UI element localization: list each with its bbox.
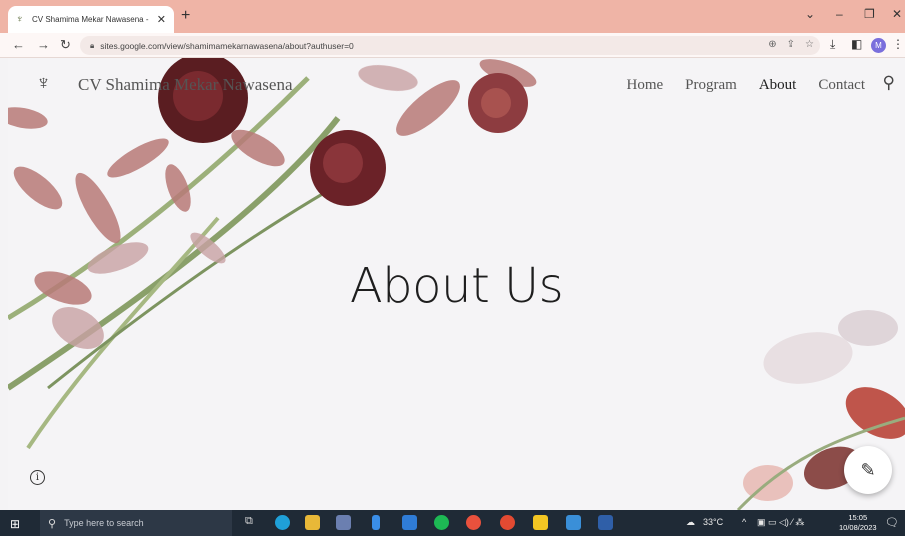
nav-about[interactable]: About [759,77,797,94]
close-tab-icon[interactable]: ✕ [157,13,166,26]
profile-avatar[interactable]: M [871,38,886,53]
sticky-notes-icon[interactable] [533,515,548,530]
tab-title: CV Shamima Mekar Nawasena - [32,15,149,24]
reload-icon[interactable]: ↻ [60,37,71,53]
search-icon: ⚲ [48,517,57,530]
spotify-icon[interactable] [434,515,449,530]
store-icon[interactable] [336,515,351,530]
nav-home[interactable]: Home [627,77,664,94]
mail-icon[interactable] [402,515,417,530]
side-panel-icon[interactable]: ◧ [851,37,862,51]
edge-browser-icon[interactable] [275,515,290,530]
notifications-icon[interactable]: 🗨︎ [885,516,899,529]
menu-dots-icon[interactable]: ⋮ [892,37,904,51]
close-window-button[interactable]: ✕ [892,7,902,21]
url-text: sites.google.com/view/shamimamekarnawase… [100,40,354,51]
edit-pencil-button[interactable]: ✎ [844,446,892,494]
minimize-button[interactable]: – [836,7,843,21]
clock-date: 10/08/2023 [839,523,877,532]
browser-tab-strip: ♆ CV Shamima Mekar Nawasena - ✕ + ⌄ – ❐ … [0,0,905,33]
nav-program[interactable]: Program [685,77,737,94]
new-tab-button[interactable]: + [181,8,190,24]
page-title: About Us [349,258,564,314]
lock-icon[interactable]: 🔒︎ [90,41,94,51]
back-arrow-icon[interactable]: ← [12,37,25,52]
url-input[interactable]: 🔒︎ sites.google.com/view/shamimamekarnaw… [80,36,820,55]
zoom-icon[interactable]: ⊕ [768,39,776,50]
tab-search-chevron-icon[interactable]: ⌄ [805,7,815,21]
weather-temp[interactable]: 33°C [703,517,723,527]
chrome-icon[interactable] [466,515,481,530]
download-icon[interactable]: ⤓ [830,37,835,52]
search-icon[interactable]: ⚲ [883,73,895,93]
file-explorer-icon[interactable] [305,515,320,530]
tray-icons[interactable]: ▣ ▭ ◁) ⁄ ⁂ [757,517,804,528]
site-logo-icon[interactable]: ♆ [36,72,51,95]
clock[interactable]: 15:05 10/08/2023 [839,513,877,533]
site-favicon-icon: ♆ [16,13,24,25]
photos-icon[interactable] [566,515,581,530]
nav-contact[interactable]: Contact [818,77,865,94]
weather-icon[interactable]: ☁ [686,517,695,528]
photoshop-icon[interactable] [598,515,613,530]
search-placeholder: Type here to search [64,518,144,528]
info-icon[interactable]: i [30,470,45,485]
clock-time: 15:05 [848,513,868,522]
site-nav: Home Program About Contact [627,77,866,94]
address-bar-row: ← → ↻ 🔒︎ sites.google.com/view/shamimame… [0,33,905,58]
restore-button[interactable]: ❐ [864,7,875,21]
tray-chevron-icon[interactable]: ^ [742,517,746,527]
task-view-icon[interactable]: ⧉ [245,515,260,530]
webpage: ♆ CV Shamima Mekar Nawasena Home Program… [8,58,905,510]
site-title[interactable]: CV Shamima Mekar Nawasena [78,75,293,95]
lightning-app-icon[interactable] [372,515,380,530]
browser-tab[interactable]: ♆ CV Shamima Mekar Nawasena - ✕ [8,6,174,33]
forward-arrow-icon[interactable]: → [37,37,50,52]
taskbar-search-input[interactable]: ⚲ Type here to search [40,510,232,536]
windows-taskbar: ⊞ ⚲ Type here to search ⧉ ☁ 33°C ^ ▣ ▭ ◁… [0,510,905,536]
windows-start-icon[interactable]: ⊞ [10,517,20,531]
bookmark-star-icon[interactable]: ☆ [805,39,814,50]
share-icon[interactable]: ⇪ [787,39,795,50]
chrome-profile-icon[interactable] [500,515,515,530]
